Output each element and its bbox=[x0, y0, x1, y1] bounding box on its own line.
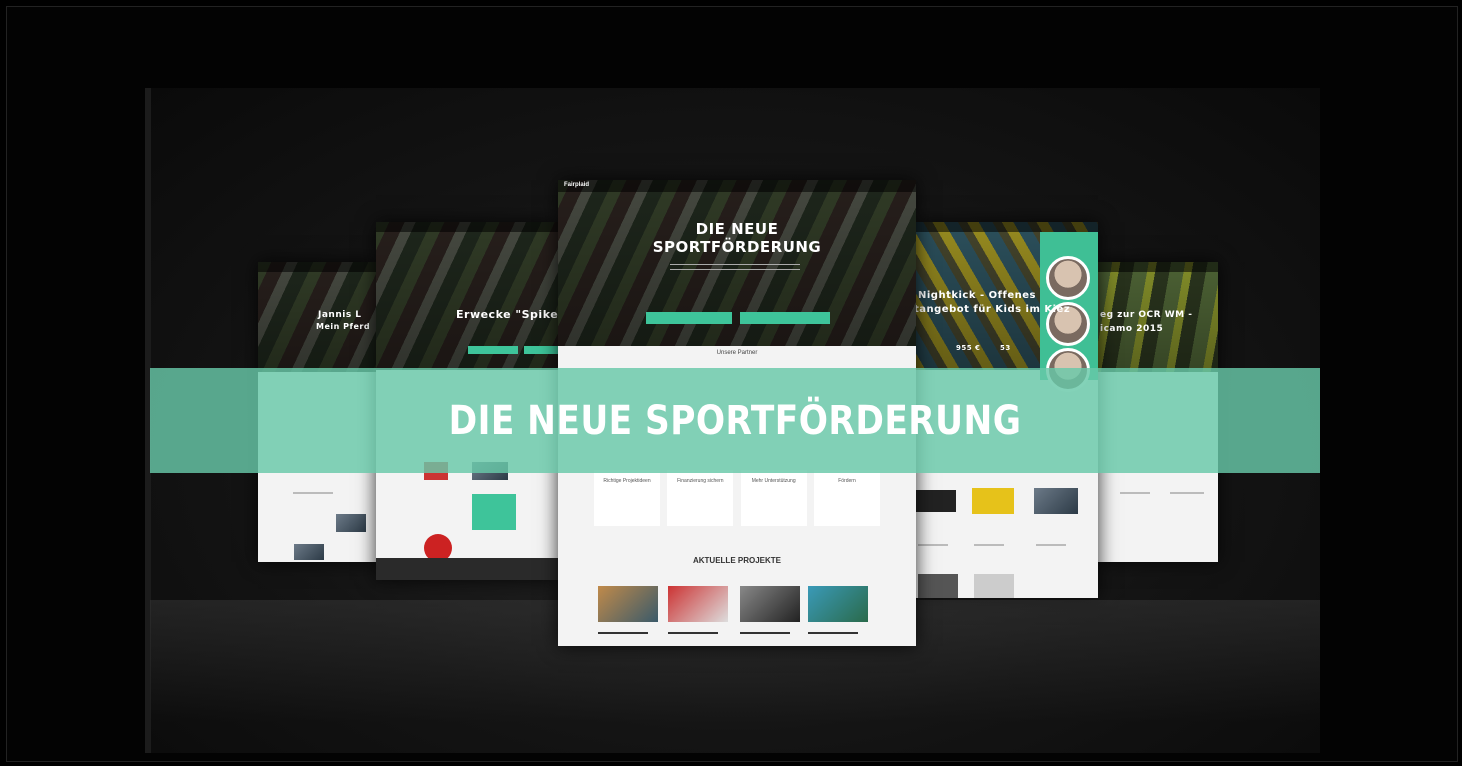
feature-title: Richtige Projektideen bbox=[603, 478, 651, 484]
text-line bbox=[293, 492, 333, 494]
nav-bar bbox=[376, 222, 558, 232]
projects-heading: AKTUELLE PROJEKTE bbox=[692, 556, 781, 565]
hero-image bbox=[558, 180, 916, 346]
funding-amount: 955 € bbox=[956, 344, 981, 352]
project-thumbnail[interactable] bbox=[668, 586, 728, 622]
hero-title-line1: Jannis L bbox=[318, 310, 362, 320]
hero-description bbox=[670, 264, 800, 265]
hero-title-line1: Nightkick - Offenes bbox=[918, 290, 1036, 301]
thumbnail bbox=[294, 544, 324, 560]
start-project-button[interactable] bbox=[646, 312, 732, 324]
feature-title: Mehr Unterstützung bbox=[751, 478, 796, 484]
project-thumbnail bbox=[918, 574, 958, 598]
hero-title-line2: icamo 2015 bbox=[1100, 324, 1164, 334]
title-banner: DIE NEUE SPORTFÖRDERUNG bbox=[150, 368, 1320, 473]
nav-bar bbox=[258, 262, 376, 272]
text-line bbox=[1120, 492, 1150, 494]
feature-title: Finanzierung sichern bbox=[677, 478, 724, 484]
hero-description bbox=[670, 269, 800, 270]
project-thumbnail bbox=[916, 490, 956, 512]
text-line bbox=[974, 544, 1004, 546]
project-thumbnail bbox=[1034, 488, 1078, 514]
project-title bbox=[668, 632, 718, 634]
thumbnail bbox=[336, 514, 366, 532]
feature-list: Richtige Projektideen Finanzierung siche… bbox=[594, 470, 880, 526]
feature-title: Fördern bbox=[838, 478, 856, 484]
project-title bbox=[598, 632, 648, 634]
supporter-avatar bbox=[1046, 256, 1090, 300]
text-line bbox=[1036, 544, 1066, 546]
project-thumbnail[interactable] bbox=[808, 586, 868, 622]
project-thumbnail[interactable] bbox=[598, 586, 658, 622]
text-line bbox=[918, 544, 948, 546]
project-thumbnail[interactable] bbox=[740, 586, 800, 622]
support-project-button[interactable] bbox=[740, 312, 830, 324]
hero-title-line2: Mein Pferd bbox=[316, 322, 371, 331]
footer-bar bbox=[376, 558, 558, 580]
feature-card: Mehr Unterstützung bbox=[740, 470, 807, 526]
banner-title: DIE NEUE SPORTFÖRDERUNG bbox=[448, 397, 1022, 444]
nav-bar bbox=[1098, 262, 1218, 272]
hero-title-line1: DIE NEUE bbox=[695, 220, 779, 238]
nav-bar: Fairplaid bbox=[558, 180, 916, 192]
project-title bbox=[808, 632, 858, 634]
project-thumbnail bbox=[972, 488, 1014, 514]
hero-title-line1: eg zur OCR WM - bbox=[1100, 310, 1193, 320]
cta-button[interactable] bbox=[468, 346, 518, 354]
hero-title-line2: tangebot für Kids im Kiez bbox=[914, 304, 1071, 315]
info-box bbox=[472, 494, 516, 530]
cta-button-2[interactable] bbox=[524, 346, 558, 354]
project-title bbox=[740, 632, 790, 634]
text-line bbox=[1170, 492, 1204, 494]
feature-card: Finanzierung sichern bbox=[667, 470, 734, 526]
brand-logo[interactable]: Fairplaid bbox=[564, 182, 589, 188]
project-thumbnail bbox=[974, 574, 1014, 598]
hero-title-line2: SPORTFÖRDERUNG bbox=[652, 238, 822, 256]
nav-bar bbox=[914, 222, 1098, 232]
feature-card: Richtige Projektideen bbox=[594, 470, 660, 526]
hero-title: Erwecke "Spike" zum L bbox=[456, 308, 558, 321]
supporter-count: 53 bbox=[1000, 344, 1011, 352]
partner-label: Unsere Partner bbox=[716, 350, 758, 356]
feature-card: Fördern bbox=[813, 470, 880, 526]
